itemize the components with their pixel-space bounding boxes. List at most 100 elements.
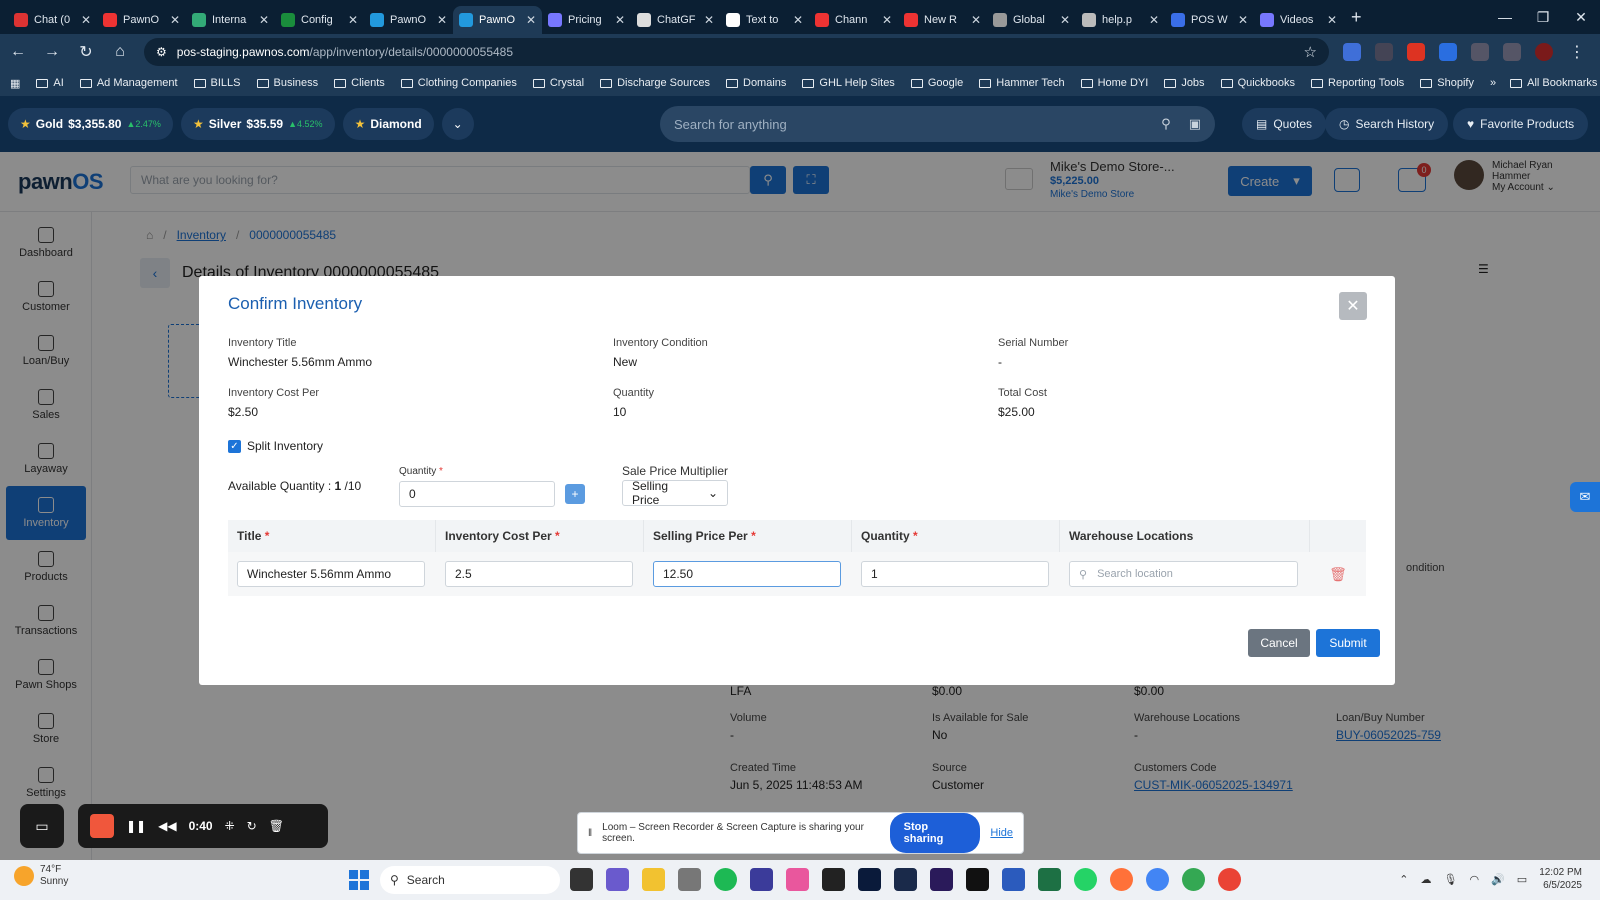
- chevron-down-icon[interactable]: ⌄: [441, 108, 474, 140]
- excel-icon[interactable]: [1038, 868, 1061, 891]
- bookmark-folder[interactable]: Quickbooks: [1220, 77, 1295, 89]
- close-tab-icon[interactable]: ✕: [259, 13, 269, 27]
- row-selling-price-input[interactable]: 12.50: [653, 561, 841, 587]
- close-tab-icon[interactable]: ✕: [704, 13, 714, 27]
- browser-tab[interactable]: Interna ✕: [186, 6, 275, 34]
- site-info-icon[interactable]: ⚙: [156, 45, 167, 59]
- close-tab-icon[interactable]: ✕: [882, 13, 892, 27]
- photoshop-icon[interactable]: [858, 868, 881, 891]
- back-icon[interactable]: ←: [8, 43, 28, 61]
- bookmark-folder[interactable]: Jobs: [1164, 77, 1205, 89]
- diamond-chip[interactable]: ★ Diamond: [342, 108, 434, 140]
- wifi-icon[interactable]: ◠: [1469, 873, 1479, 886]
- browser-tab[interactable]: Text to ✕: [720, 6, 809, 34]
- bookmark-star-icon[interactable]: ☆: [1304, 43, 1317, 61]
- bookmark-folder[interactable]: BILLS: [193, 77, 241, 89]
- home-icon[interactable]: ⌂: [110, 43, 130, 61]
- browser-tab[interactable]: Chann ✕: [809, 6, 898, 34]
- bookmark-folder[interactable]: Discharge Sources: [600, 77, 710, 89]
- browser-tab[interactable]: Global ✕: [987, 6, 1076, 34]
- taskbar-search[interactable]: ⚲ Search: [380, 866, 560, 894]
- stop-recording-button[interactable]: [90, 814, 114, 838]
- url-field[interactable]: ⚙ pos-staging.pawnos.com/app/inventory/d…: [144, 38, 1329, 66]
- close-tab-icon[interactable]: ✕: [793, 13, 803, 27]
- quotes-button[interactable]: ▤ Quotes: [1242, 108, 1327, 140]
- grid-icon[interactable]: ⁜: [225, 819, 235, 833]
- profile-avatar-icon[interactable]: [1535, 43, 1553, 61]
- browser-tab[interactable]: New R ✕: [898, 6, 987, 34]
- row-quantity-input[interactable]: 1: [861, 561, 1049, 587]
- submit-button[interactable]: Submit: [1316, 629, 1380, 657]
- rewind-icon[interactable]: ◀◀: [158, 819, 176, 833]
- word-icon[interactable]: [1002, 868, 1025, 891]
- chrome-profile-icon[interactable]: [1182, 868, 1205, 891]
- browser-tab[interactable]: PawnO ✕: [364, 6, 453, 34]
- whatsapp-icon[interactable]: [1074, 868, 1097, 891]
- stop-sharing-button[interactable]: Stop sharing: [889, 813, 981, 853]
- trash-icon[interactable]: 🗑: [269, 819, 284, 833]
- bookmark-folder[interactable]: Ad Management: [79, 77, 178, 89]
- chrome-alt-icon[interactable]: [1218, 868, 1241, 891]
- row-cost-input[interactable]: 2.5: [445, 561, 633, 587]
- firefox-icon[interactable]: [1110, 868, 1133, 891]
- capcut-icon[interactable]: [966, 868, 989, 891]
- puzzle-icon[interactable]: [1471, 43, 1489, 61]
- favorite-products-button[interactable]: ♥ Favorite Products: [1453, 108, 1589, 140]
- chat-icon[interactable]: ✉: [1570, 482, 1600, 512]
- terminal-app-icon[interactable]: [570, 868, 593, 891]
- pause-icon[interactable]: ❚❚: [126, 819, 146, 833]
- sale-price-multiplier-select[interactable]: Selling Price ⌄: [622, 479, 728, 507]
- notes-app-icon[interactable]: [750, 868, 773, 891]
- gold-price-chip[interactable]: ★ Gold $3,355.80 ▲2.47%: [8, 108, 173, 140]
- close-tab-icon[interactable]: ✕: [1060, 13, 1070, 27]
- camera-toggle-button[interactable]: ▭: [20, 804, 64, 848]
- search-history-button[interactable]: ◷ Search History: [1325, 108, 1449, 140]
- video-editor-icon[interactable]: [822, 868, 845, 891]
- close-tab-icon[interactable]: ✕: [170, 13, 180, 27]
- chrome-icon[interactable]: [1146, 868, 1169, 891]
- clock[interactable]: 12:02 PM 6/5/2025: [1539, 866, 1582, 892]
- split-inventory-checkbox[interactable]: ✓ Split Inventory: [228, 439, 323, 453]
- bookmark-folder[interactable]: Reporting Tools: [1311, 77, 1404, 89]
- rush-icon[interactable]: [930, 868, 953, 891]
- location-search-input[interactable]: ⚲ Search location: [1069, 561, 1298, 587]
- close-tab-icon[interactable]: ✕: [437, 13, 447, 27]
- apps-grid-icon[interactable]: ▦: [10, 77, 20, 90]
- close-tab-icon[interactable]: ✕: [1238, 13, 1248, 27]
- extension-badge-icon[interactable]: [1439, 43, 1457, 61]
- browser-tab[interactable]: POS W ✕: [1165, 6, 1254, 34]
- global-search-input[interactable]: Search for anything ⚲ ▣: [660, 106, 1215, 142]
- drag-handle-icon[interactable]: ‖: [588, 828, 592, 839]
- close-tab-icon[interactable]: ✕: [615, 13, 625, 27]
- close-tab-icon[interactable]: ✕: [1149, 13, 1159, 27]
- trash-icon[interactable]: 🗑: [1329, 566, 1347, 583]
- close-tab-icon[interactable]: ✕: [81, 13, 91, 27]
- teams-app-icon[interactable]: [606, 868, 629, 891]
- bookmarks-overflow-icon[interactable]: »: [1490, 77, 1496, 89]
- cancel-button[interactable]: Cancel: [1248, 629, 1310, 657]
- split-quantity-input[interactable]: 0: [399, 481, 555, 507]
- reload-icon[interactable]: ↻: [76, 42, 96, 62]
- search-icon[interactable]: ⚲: [1161, 116, 1171, 132]
- cloud-icon[interactable]: ☁: [1421, 873, 1432, 886]
- bookmark-folder[interactable]: Clothing Companies: [400, 77, 517, 89]
- browser-tab[interactable]: help.p ✕: [1076, 6, 1165, 34]
- pdf-extension-icon[interactable]: [1407, 43, 1425, 61]
- browser-menu-icon[interactable]: ⋮: [1567, 42, 1587, 62]
- browser-tab[interactable]: PawnO ✕: [97, 6, 186, 34]
- minimize-icon[interactable]: —: [1486, 0, 1524, 34]
- close-tab-icon[interactable]: ✕: [1327, 13, 1337, 27]
- close-modal-button[interactable]: ✕: [1339, 292, 1367, 320]
- browser-tab[interactable]: Config ✕: [275, 6, 364, 34]
- mic-icon[interactable]: 🎙: [1444, 873, 1458, 886]
- add-split-button[interactable]: +: [565, 484, 585, 504]
- browser-tab[interactable]: PawnO ✕: [453, 6, 542, 34]
- all-bookmarks[interactable]: All Bookmarks: [1510, 77, 1597, 89]
- silver-price-chip[interactable]: ★ Silver $35.59 ▲4.52%: [180, 108, 335, 140]
- weather-widget[interactable]: 74°F Sunny: [14, 864, 68, 888]
- bookmark-folder[interactable]: Shopify: [1420, 77, 1474, 89]
- bookmark-folder[interactable]: Crystal: [532, 77, 584, 89]
- bookmark-folder[interactable]: Home DYI: [1080, 77, 1148, 89]
- photos-app-icon[interactable]: [786, 868, 809, 891]
- close-tab-icon[interactable]: ✕: [526, 13, 536, 27]
